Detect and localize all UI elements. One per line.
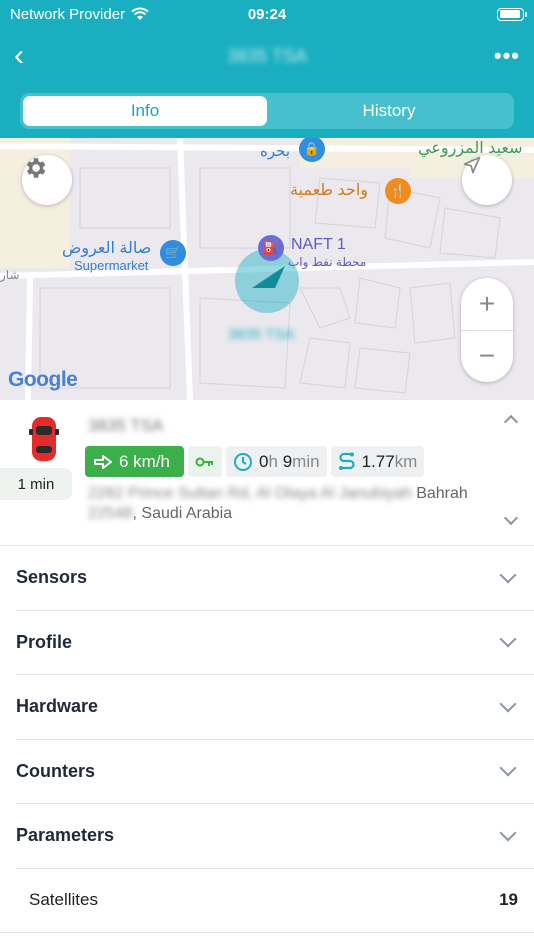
parameter-label: Satellites	[29, 890, 98, 909]
arrow-right-icon	[94, 454, 112, 469]
poi-label-top-right: سعيد المزروعي	[418, 140, 523, 157]
page-title: 3835 TSA	[227, 45, 307, 66]
locate-button[interactable]	[462, 155, 512, 205]
section-label: Counters	[16, 760, 96, 781]
device-name: 3835 TSA	[88, 416, 164, 435]
distance-value: 1.77	[361, 451, 395, 471]
poi-sublabel-supermarket: Supermarket	[74, 258, 149, 273]
supermarket-pin-icon: 🛒	[160, 240, 186, 266]
gear-icon	[26, 158, 46, 178]
wifi-icon	[131, 7, 149, 20]
section-label: Profile	[16, 631, 73, 652]
chevron-down-icon	[499, 566, 517, 584]
duration-minutes: 9	[282, 451, 293, 471]
section-list: Sensors Profile Hardware Counters Parame…	[0, 546, 534, 933]
map-view[interactable]: + − 🛒 صالة العروض Supermarket ⛽ NAFT 1 م…	[0, 138, 534, 400]
zoom-out-button[interactable]: −	[461, 331, 513, 383]
carrier-group: Network Provider	[10, 6, 149, 23]
ignition-chip	[188, 446, 223, 477]
device-address: 2282 Prince Sultan Rd, Al Olaya Al Janub…	[88, 484, 478, 524]
fuel-station-pin-icon: ⛽	[258, 235, 284, 261]
device-card[interactable]: 1 min 3835 TSA 6 km/h 0h 9min 1.77km 228…	[0, 400, 534, 546]
section-parameters[interactable]: Parameters	[16, 804, 534, 869]
zoom-control: + −	[461, 278, 513, 382]
tab-info[interactable]: Info	[23, 96, 267, 126]
section-counters[interactable]: Counters	[16, 740, 534, 804]
navigation-arrow-icon	[463, 156, 481, 174]
duration-chip: 0h 9min	[226, 446, 327, 477]
clock-icon	[234, 452, 253, 471]
app-header: Network Provider 09:24 ‹ 3835 TSA ••• In…	[0, 0, 534, 138]
section-hardware[interactable]: Hardware	[16, 675, 534, 740]
zoom-in-button[interactable]: +	[461, 278, 513, 330]
distance-chip: 1.77km	[330, 446, 425, 477]
key-icon	[195, 457, 214, 466]
chevron-down-icon	[499, 695, 517, 713]
poi-label-naft: NAFT 1	[291, 236, 346, 253]
parameter-row-satellites: Satellites 19	[0, 869, 534, 933]
route-icon	[338, 452, 355, 470]
chevron-down-icon	[499, 824, 517, 842]
speed-chip: 6 km/h	[85, 446, 185, 477]
section-label: Parameters	[16, 825, 115, 846]
section-label: Sensors	[16, 567, 88, 588]
status-bar: Network Provider 09:24	[0, 0, 534, 28]
road-label-left: شار	[0, 268, 20, 282]
vehicle-map-label: 3835 TSA	[228, 326, 295, 343]
chevron-down-icon	[499, 630, 517, 648]
address-line2-visible: , Saudi Arabia	[132, 505, 233, 522]
more-options-button[interactable]: •••	[494, 43, 520, 69]
section-sensors[interactable]: Sensors	[16, 546, 534, 611]
duration-hours: 0	[259, 451, 269, 471]
nav-bar: ‹ 3835 TSA •••	[0, 28, 534, 84]
poi-sublabel-naft: محطة نفط واب	[288, 255, 367, 269]
parameter-value: 19	[499, 890, 518, 909]
device-stats: 6 km/h 0h 9min 1.77km	[85, 446, 425, 477]
last-update-badge: 1 min	[0, 468, 72, 500]
chevron-down-icon[interactable]	[503, 510, 519, 526]
restaurant-pin-icon: 🍴	[385, 178, 411, 204]
segmented-tabs: Info History	[20, 93, 514, 129]
chevron-up-icon[interactable]	[503, 414, 519, 430]
back-button[interactable]: ‹	[14, 41, 24, 71]
battery-icon	[497, 7, 527, 21]
speed-value: 6 km/h	[119, 451, 171, 471]
poi-label-restaurant: واحد طعمية	[290, 182, 369, 199]
carrier-label: Network Provider	[10, 5, 126, 23]
address-line2-blurred: 22548	[88, 505, 133, 522]
address-line1-blurred: 2282 Prince Sultan Rd, Al Olaya Al Janub…	[88, 485, 412, 502]
tab-history[interactable]: History	[267, 96, 511, 126]
poi-label-supermarket: صالة العروض	[62, 240, 152, 257]
google-attribution: Google	[8, 368, 78, 391]
chevron-down-icon	[499, 759, 517, 777]
distance-unit: km	[394, 451, 418, 471]
address-line1-visible: Bahrah	[411, 485, 468, 502]
duration-hours-unit: h	[268, 451, 278, 471]
car-icon	[29, 417, 59, 461]
map-settings-button[interactable]	[22, 155, 72, 205]
section-label: Hardware	[16, 696, 99, 717]
poi-label-top: بحره	[260, 143, 290, 160]
duration-minutes-unit: min	[292, 451, 320, 471]
section-profile[interactable]: Profile	[16, 611, 534, 675]
